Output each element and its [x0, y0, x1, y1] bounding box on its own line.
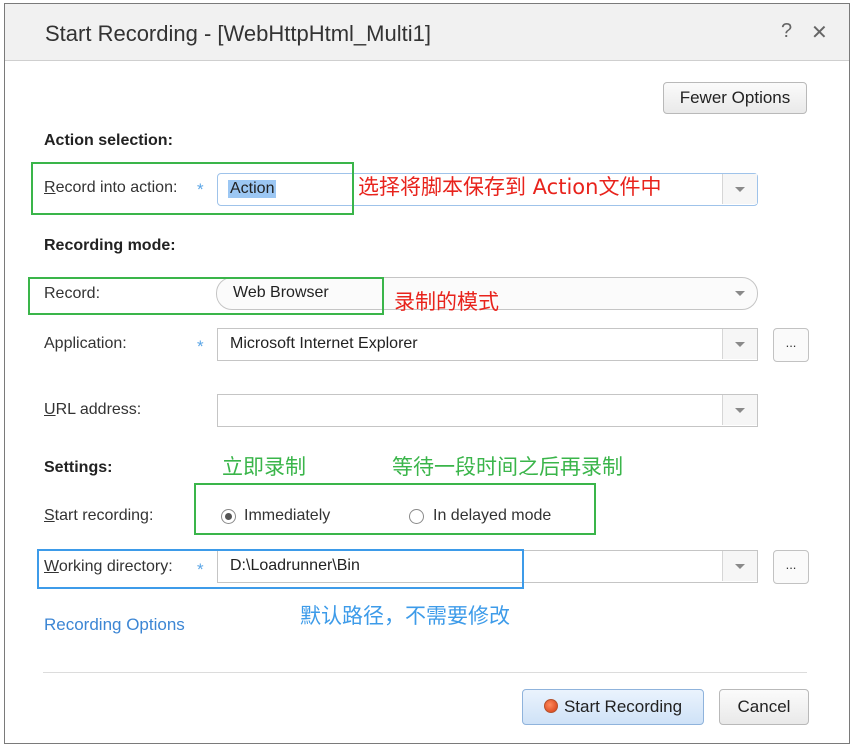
url-address-combo[interactable]	[217, 394, 758, 427]
recording-mode-heading: Recording mode:	[44, 237, 176, 254]
url-address-label: URL address:	[44, 401, 142, 418]
fewer-options-button[interactable]: Fewer Options	[663, 82, 807, 114]
application-value: Microsoft Internet Explorer	[230, 335, 418, 352]
annotation-record-mode-note: 录制的模式	[394, 290, 499, 314]
close-button[interactable]: ✕	[811, 20, 828, 45]
working-directory-browse-button[interactable]: ...	[773, 550, 809, 584]
application-browse-button[interactable]: ...	[773, 328, 809, 362]
recording-options-link[interactable]: Recording Options	[44, 615, 185, 635]
annotation-workdir-note: 默认路径，不需要修改	[300, 604, 510, 628]
cancel-button[interactable]: Cancel	[719, 689, 809, 725]
annotation-box-record-into	[31, 162, 354, 215]
action-selection-heading: Action selection:	[44, 132, 173, 149]
chevron-down-icon[interactable]	[723, 278, 757, 308]
application-label: Application:	[44, 335, 127, 352]
footer-divider	[43, 672, 807, 673]
annotation-immediate-note: 立即录制	[222, 455, 306, 479]
annotation-box-start-recording	[194, 483, 596, 535]
start-recording-button-label: Start Recording	[563, 697, 683, 716]
start-recording-button[interactable]: Start Recording	[522, 689, 704, 725]
application-combo[interactable]: Microsoft Internet Explorer	[217, 328, 758, 361]
chevron-down-icon[interactable]	[722, 174, 757, 204]
chevron-down-icon[interactable]	[722, 329, 757, 359]
settings-heading: Settings:	[44, 459, 113, 476]
annotation-record-into-note: 选择将脚本保存到 Action文件中	[358, 175, 662, 199]
annotation-delayed-note: 等待一段时间之后再录制	[392, 455, 623, 479]
chevron-down-icon[interactable]	[722, 395, 757, 425]
annotation-box-working-directory	[37, 549, 524, 589]
help-button[interactable]: ?	[781, 20, 792, 43]
start-recording-dialog: Start Recording - [WebHttpHtml_Multi1] ?…	[4, 3, 850, 744]
title-bar[interactable]: Start Recording - [WebHttpHtml_Multi1] ?…	[5, 4, 849, 61]
window-title: Start Recording - [WebHttpHtml_Multi1]	[45, 21, 431, 46]
start-recording-label: Start recording:	[44, 507, 154, 524]
required-star: *	[197, 337, 204, 356]
annotation-box-record-mode	[28, 277, 384, 315]
record-icon	[543, 699, 558, 713]
chevron-down-icon[interactable]	[722, 551, 757, 581]
